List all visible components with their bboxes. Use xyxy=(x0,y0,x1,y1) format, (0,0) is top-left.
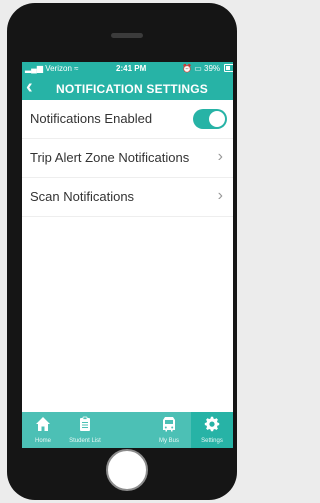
status-time: 2:41 PM xyxy=(116,64,147,73)
battery-icon xyxy=(224,64,233,72)
scan-notifications-row[interactable]: Scan Notifications › xyxy=(22,178,233,217)
home-button[interactable] xyxy=(106,449,148,491)
notifications-enabled-toggle[interactable] xyxy=(193,109,227,129)
trip-alert-zone-notifications-row[interactable]: Trip Alert Zone Notifications › xyxy=(22,139,233,178)
gear-icon xyxy=(204,416,220,432)
chevron-right-icon: › xyxy=(217,148,223,165)
status-bar: ▂▄▆ Verizon ≈ 2:41 PM ⏰ ▭ 39% xyxy=(22,62,233,76)
chevron-left-icon: ‹ xyxy=(26,76,33,98)
page-title: NOTIFICATION SETTINGS xyxy=(56,82,208,96)
clipboard-icon xyxy=(80,416,90,431)
carrier-name: Verizon xyxy=(45,64,72,73)
status-carrier: ▂▄▆ Verizon ≈ xyxy=(25,64,79,73)
back-button[interactable]: ‹ xyxy=(26,77,44,99)
battery-percent: 39% xyxy=(204,64,221,73)
battery-level xyxy=(226,66,231,70)
status-right: ⏰ ▭ 39% xyxy=(182,64,233,73)
alarm-icon: ⏰ xyxy=(182,64,192,73)
bus-icon xyxy=(163,417,175,432)
trip-alert-zone-notifications-label: Trip Alert Zone Notifications xyxy=(30,150,190,165)
chevron-right-icon: › xyxy=(217,187,223,204)
navigation-bar: ‹ NOTIFICATION SETTINGS xyxy=(22,76,233,100)
tab-settings-label: Settings xyxy=(201,438,223,444)
tab-settings[interactable]: Settings xyxy=(191,412,233,448)
app-screen: ▂▄▆ Verizon ≈ 2:41 PM ⏰ ▭ 39% ‹ NOTIFICA… xyxy=(22,62,233,448)
home-icon xyxy=(36,417,50,431)
tab-bar: Home Student List My Bus Settings xyxy=(22,412,233,448)
scan-notifications-label: Scan Notifications xyxy=(30,189,135,204)
wifi-icon: ≈ xyxy=(74,64,79,73)
phone-frame: ▂▄▆ Verizon ≈ 2:41 PM ⏰ ▭ 39% ‹ NOTIFICA… xyxy=(7,3,237,500)
toggle-knob xyxy=(209,111,225,127)
notifications-enabled-label: Notifications Enabled xyxy=(30,111,153,126)
tab-student-list-label: Student List xyxy=(69,438,101,444)
rotation-lock-icon: ▭ xyxy=(194,64,202,73)
tab-home[interactable]: Home xyxy=(22,412,64,448)
tab-my-bus[interactable]: My Bus xyxy=(148,412,190,448)
tab-home-label: Home xyxy=(34,438,51,444)
signal-icon: ▂▄▆ xyxy=(25,64,43,73)
notifications-enabled-row: Notifications Enabled xyxy=(22,100,233,139)
tab-student-list[interactable]: Student List xyxy=(64,412,106,448)
phone-speaker xyxy=(111,33,143,38)
tab-my-bus-label: My Bus xyxy=(158,438,179,444)
